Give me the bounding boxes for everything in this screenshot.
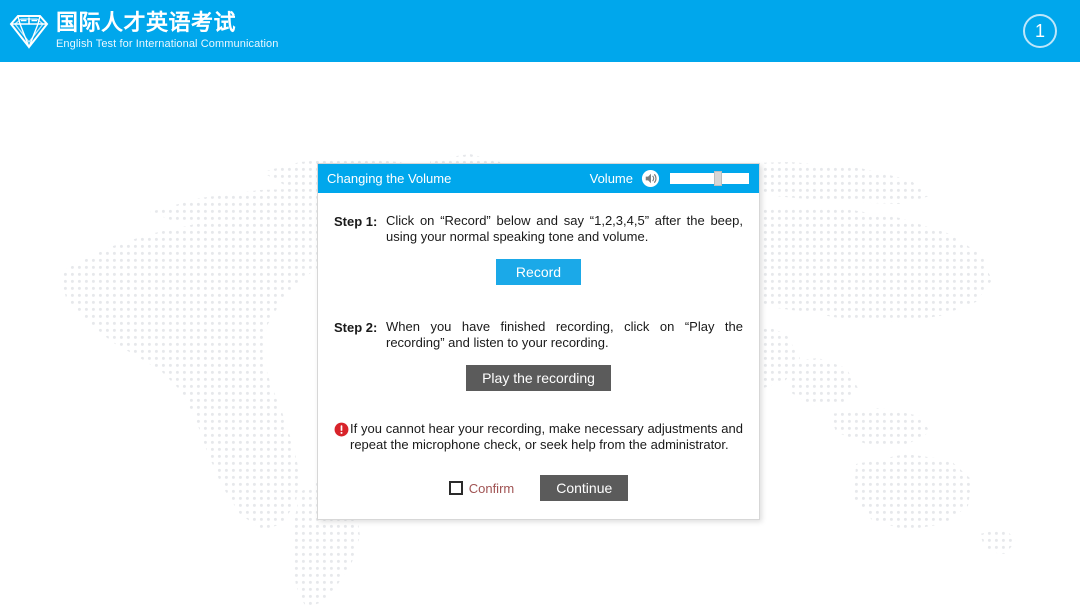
volume-slider[interactable]: [670, 171, 749, 186]
speaker-icon[interactable]: [641, 169, 660, 188]
step-1-text: Click on “Record” below and say “1,2,3,4…: [386, 213, 743, 244]
continue-button[interactable]: Continue: [540, 475, 629, 501]
volume-dialog: Changing the Volume Volume Step 1: Click…: [317, 163, 760, 520]
step-1-row: Step 1: Click on “Record” below and say …: [334, 213, 743, 245]
volume-slider-thumb[interactable]: [714, 171, 723, 186]
warning-block: If you cannot hear your recording, make …: [334, 421, 743, 453]
brand-title-en: English Test for International Communica…: [56, 37, 279, 50]
diamond-gem-icon: [9, 15, 49, 49]
play-recording-button-row: Play the recording: [334, 365, 743, 391]
brand-text-block: 国际人才英语考试 English Test for International …: [56, 10, 279, 50]
step-2-label: Step 2:: [334, 320, 378, 335]
alert-circle-icon: [334, 422, 349, 437]
step-2-text: When you have finished recording, click …: [386, 319, 743, 350]
volume-label: Volume: [589, 171, 633, 186]
app-header: 国际人才英语考试 English Test for International …: [0, 0, 1080, 62]
play-recording-button[interactable]: Play the recording: [466, 365, 611, 391]
step-2-block: Step 2: When you have finished recording…: [334, 319, 743, 391]
brand-block: 国际人才英语考试 English Test for International …: [8, 11, 278, 51]
confirm-checkbox[interactable]: [448, 481, 463, 495]
warning-text: If you cannot hear your recording, make …: [350, 421, 743, 452]
page-indicator: 1: [1023, 14, 1057, 48]
dialog-footer-row: Confirm Continue: [334, 475, 743, 501]
confirm-label[interactable]: Confirm: [469, 481, 515, 496]
step-2-row: Step 2: When you have finished recording…: [334, 319, 743, 351]
dialog-titlebar: Changing the Volume Volume: [318, 164, 759, 193]
brand-title-cn: 国际人才英语考试: [56, 10, 237, 36]
dialog-body: Step 1: Click on “Record” below and say …: [318, 193, 759, 519]
step-1-label: Step 1:: [334, 214, 378, 229]
record-button-row: Record: [334, 259, 743, 285]
record-button[interactable]: Record: [495, 259, 582, 285]
dialog-title: Changing the Volume: [327, 171, 452, 186]
